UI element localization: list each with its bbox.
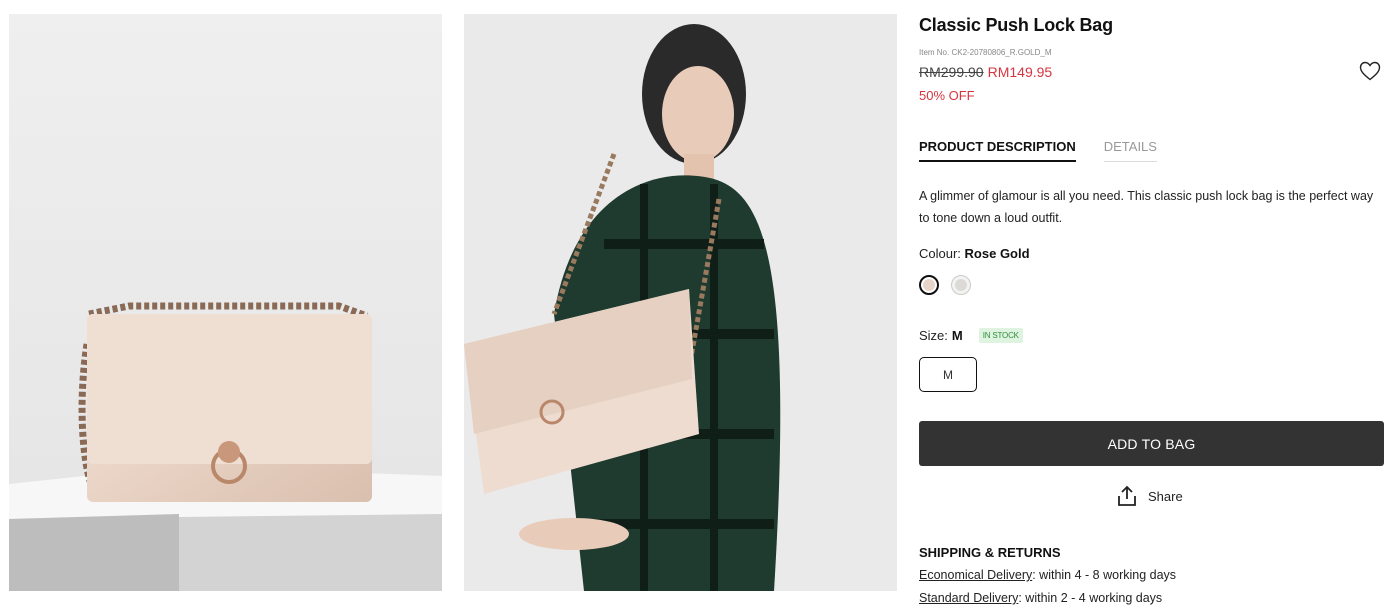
economical-delivery-text: : within 4 - 8 working days	[1032, 568, 1177, 582]
shipping-title: SHIPPING & RETURNS	[919, 545, 1061, 560]
colour-swatches	[919, 275, 971, 295]
add-to-bag-button[interactable]: ADD TO BAG	[919, 421, 1384, 466]
standard-delivery-link[interactable]: Standard Delivery	[919, 591, 1018, 605]
product-image-main[interactable]	[9, 14, 442, 591]
standard-delivery-text: : within 2 - 4 working days	[1018, 591, 1163, 605]
tab-product-description[interactable]: PRODUCT DESCRIPTION	[919, 139, 1076, 162]
size-value: M	[951, 328, 963, 343]
product-image-model[interactable]	[464, 14, 897, 591]
share-label: Share	[1148, 488, 1183, 504]
product-title: Classic Push Lock Bag	[919, 15, 1113, 35]
shipping-economical: Economical Delivery: within 4 - 8 workin…	[919, 568, 1176, 582]
economical-delivery-link[interactable]: Economical Delivery	[919, 568, 1032, 582]
item-number: Item No. CK2-20780806_R.GOLD_M	[919, 48, 1052, 57]
size-label-text: Size:	[919, 328, 948, 343]
model-illustration	[464, 14, 897, 591]
share-button[interactable]: Share	[1116, 485, 1183, 507]
shipping-standard: Standard Delivery: within 2 - 4 working …	[919, 591, 1162, 605]
tab-details[interactable]: DETAILS	[1103, 139, 1157, 162]
original-price: RM299.90	[919, 64, 984, 80]
stock-badge: IN STOCK	[978, 328, 1023, 343]
size-label: Size: M IN STOCK	[919, 328, 1023, 343]
share-icon	[1118, 485, 1136, 506]
bag-product-illustration	[9, 14, 442, 591]
colour-value: Rose Gold	[964, 246, 1030, 261]
product-description: A glimmer of glamour is all you need. Th…	[919, 189, 1374, 225]
product-tabs: PRODUCT DESCRIPTION DETAILS	[919, 139, 1157, 162]
heart-icon[interactable]	[1358, 59, 1382, 83]
size-option-m[interactable]: M	[919, 357, 977, 392]
price-row: RM299.90 RM149.95	[919, 64, 1052, 80]
swatch-silver[interactable]	[951, 275, 971, 295]
discount-label: 50% OFF	[919, 88, 975, 103]
swatch-rose-gold[interactable]	[919, 275, 939, 295]
product-info-panel: Classic Push Lock Bag Item No. CK2-20780…	[919, 0, 1384, 609]
sale-price: RM149.95	[987, 64, 1053, 80]
colour-label-text: Colour:	[919, 246, 961, 261]
colour-label: Colour: Rose Gold	[919, 246, 1030, 261]
